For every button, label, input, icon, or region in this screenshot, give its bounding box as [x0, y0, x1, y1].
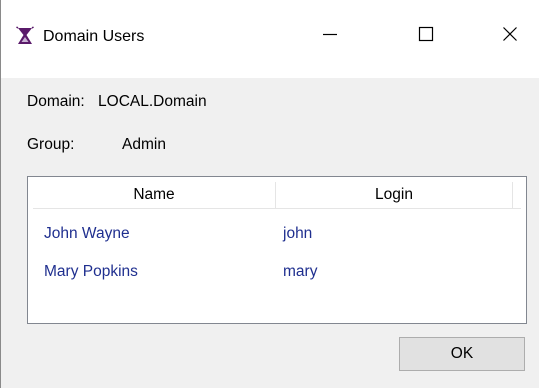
hourglass-icon [15, 26, 35, 46]
minimize-icon [322, 26, 338, 47]
minimize-button[interactable] [307, 18, 353, 54]
maximize-button[interactable] [403, 18, 449, 54]
ok-button[interactable]: OK [399, 337, 525, 371]
list-header: Name Login [33, 182, 521, 209]
close-button[interactable] [487, 18, 533, 54]
table-row[interactable]: Mary Popkins mary [33, 257, 521, 287]
user-name-cell: John Wayne [44, 225, 130, 242]
table-row[interactable]: John Wayne john [33, 219, 521, 249]
domain-users-dialog: Domain Users Domain: LOCAL.Domain Group:… [0, 0, 539, 388]
window-title: Domain Users [43, 28, 145, 45]
group-label: Group: [27, 136, 75, 153]
user-name-cell: Mary Popkins [44, 263, 138, 280]
domain-row: Domain: LOCAL.Domain [27, 93, 207, 111]
group-value: Admin [122, 136, 166, 153]
users-list[interactable]: Name Login John Wayne john Mary Popkins … [27, 176, 527, 324]
user-login-cell: mary [283, 263, 318, 280]
title-bar[interactable]: Domain Users [1, 0, 539, 78]
column-header-name[interactable]: Name [33, 182, 276, 208]
user-login-cell: john [283, 225, 313, 242]
close-icon [502, 26, 518, 47]
group-row: Group: Admin [27, 136, 166, 154]
column-header-login[interactable]: Login [276, 182, 513, 208]
maximize-icon [418, 26, 434, 47]
domain-value: LOCAL.Domain [98, 93, 207, 110]
domain-label: Domain: [27, 93, 85, 110]
